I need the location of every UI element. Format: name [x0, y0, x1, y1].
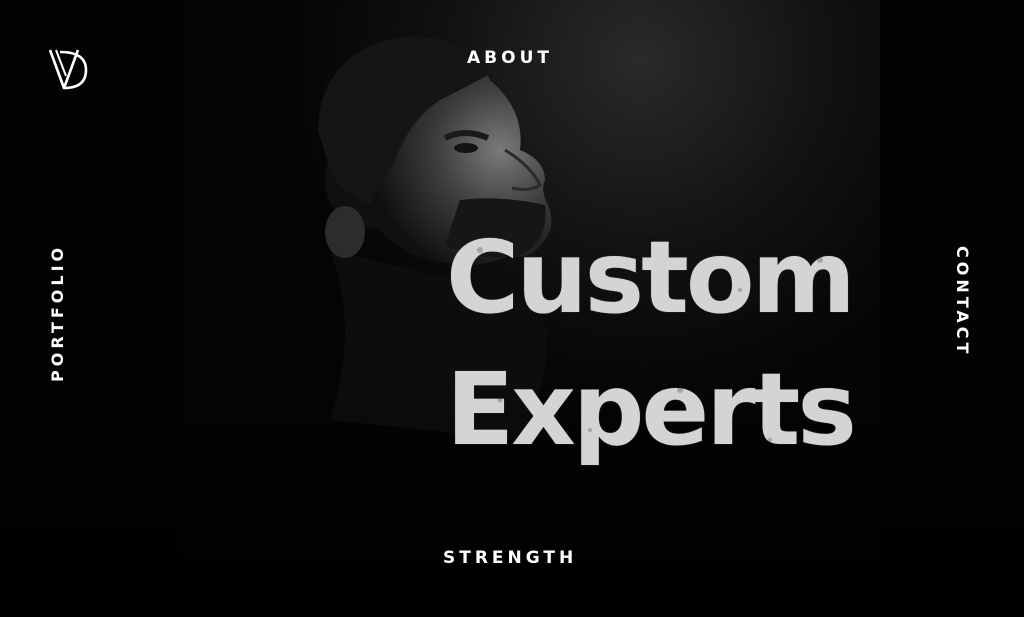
headline-line-custom: Custom [446, 219, 856, 336]
nav-link-about[interactable]: ABOUT [467, 48, 553, 68]
hero-headline: Custom Experts [446, 212, 926, 476]
landing-page: ABOUT PORTFOLIO CONTACT STRENGTH Custom … [0, 0, 1024, 617]
nav-link-strength[interactable]: STRENGTH [443, 548, 577, 568]
headline-line-experts: Experts [446, 351, 857, 468]
nav-link-contact[interactable]: CONTACT [953, 246, 972, 357]
vd-monogram-logo-icon[interactable] [46, 46, 90, 92]
nav-link-portfolio[interactable]: PORTFOLIO [48, 244, 67, 382]
